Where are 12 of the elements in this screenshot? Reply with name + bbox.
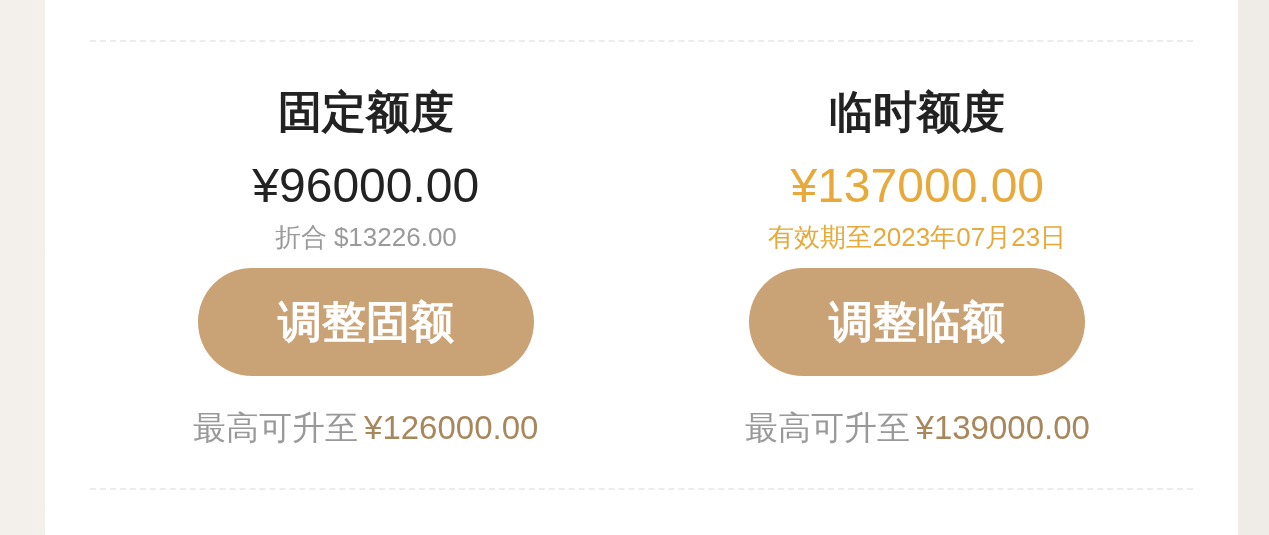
limit-value: ¥139000.00 [915,409,1090,447]
adjust-button[interactable]: 调整固额 [197,268,534,376]
quota-note: 有效期至2023年07月23日 [768,221,1067,254]
limit-label: 最高可升至 [744,408,910,448]
quota-amount: ¥137000.00 [790,158,1045,214]
quota-note: 折合 $13226.00 [274,221,457,254]
quota-amount: ¥96000.00 [252,158,480,214]
quota-title: 临时额度 [829,86,1006,138]
limit-label: 最高可升至 [193,408,359,448]
limit-value: ¥126000.00 [364,409,539,447]
quota-title: 固定额度 [277,86,454,138]
adjust-button[interactable]: 调整临额 [749,268,1086,376]
